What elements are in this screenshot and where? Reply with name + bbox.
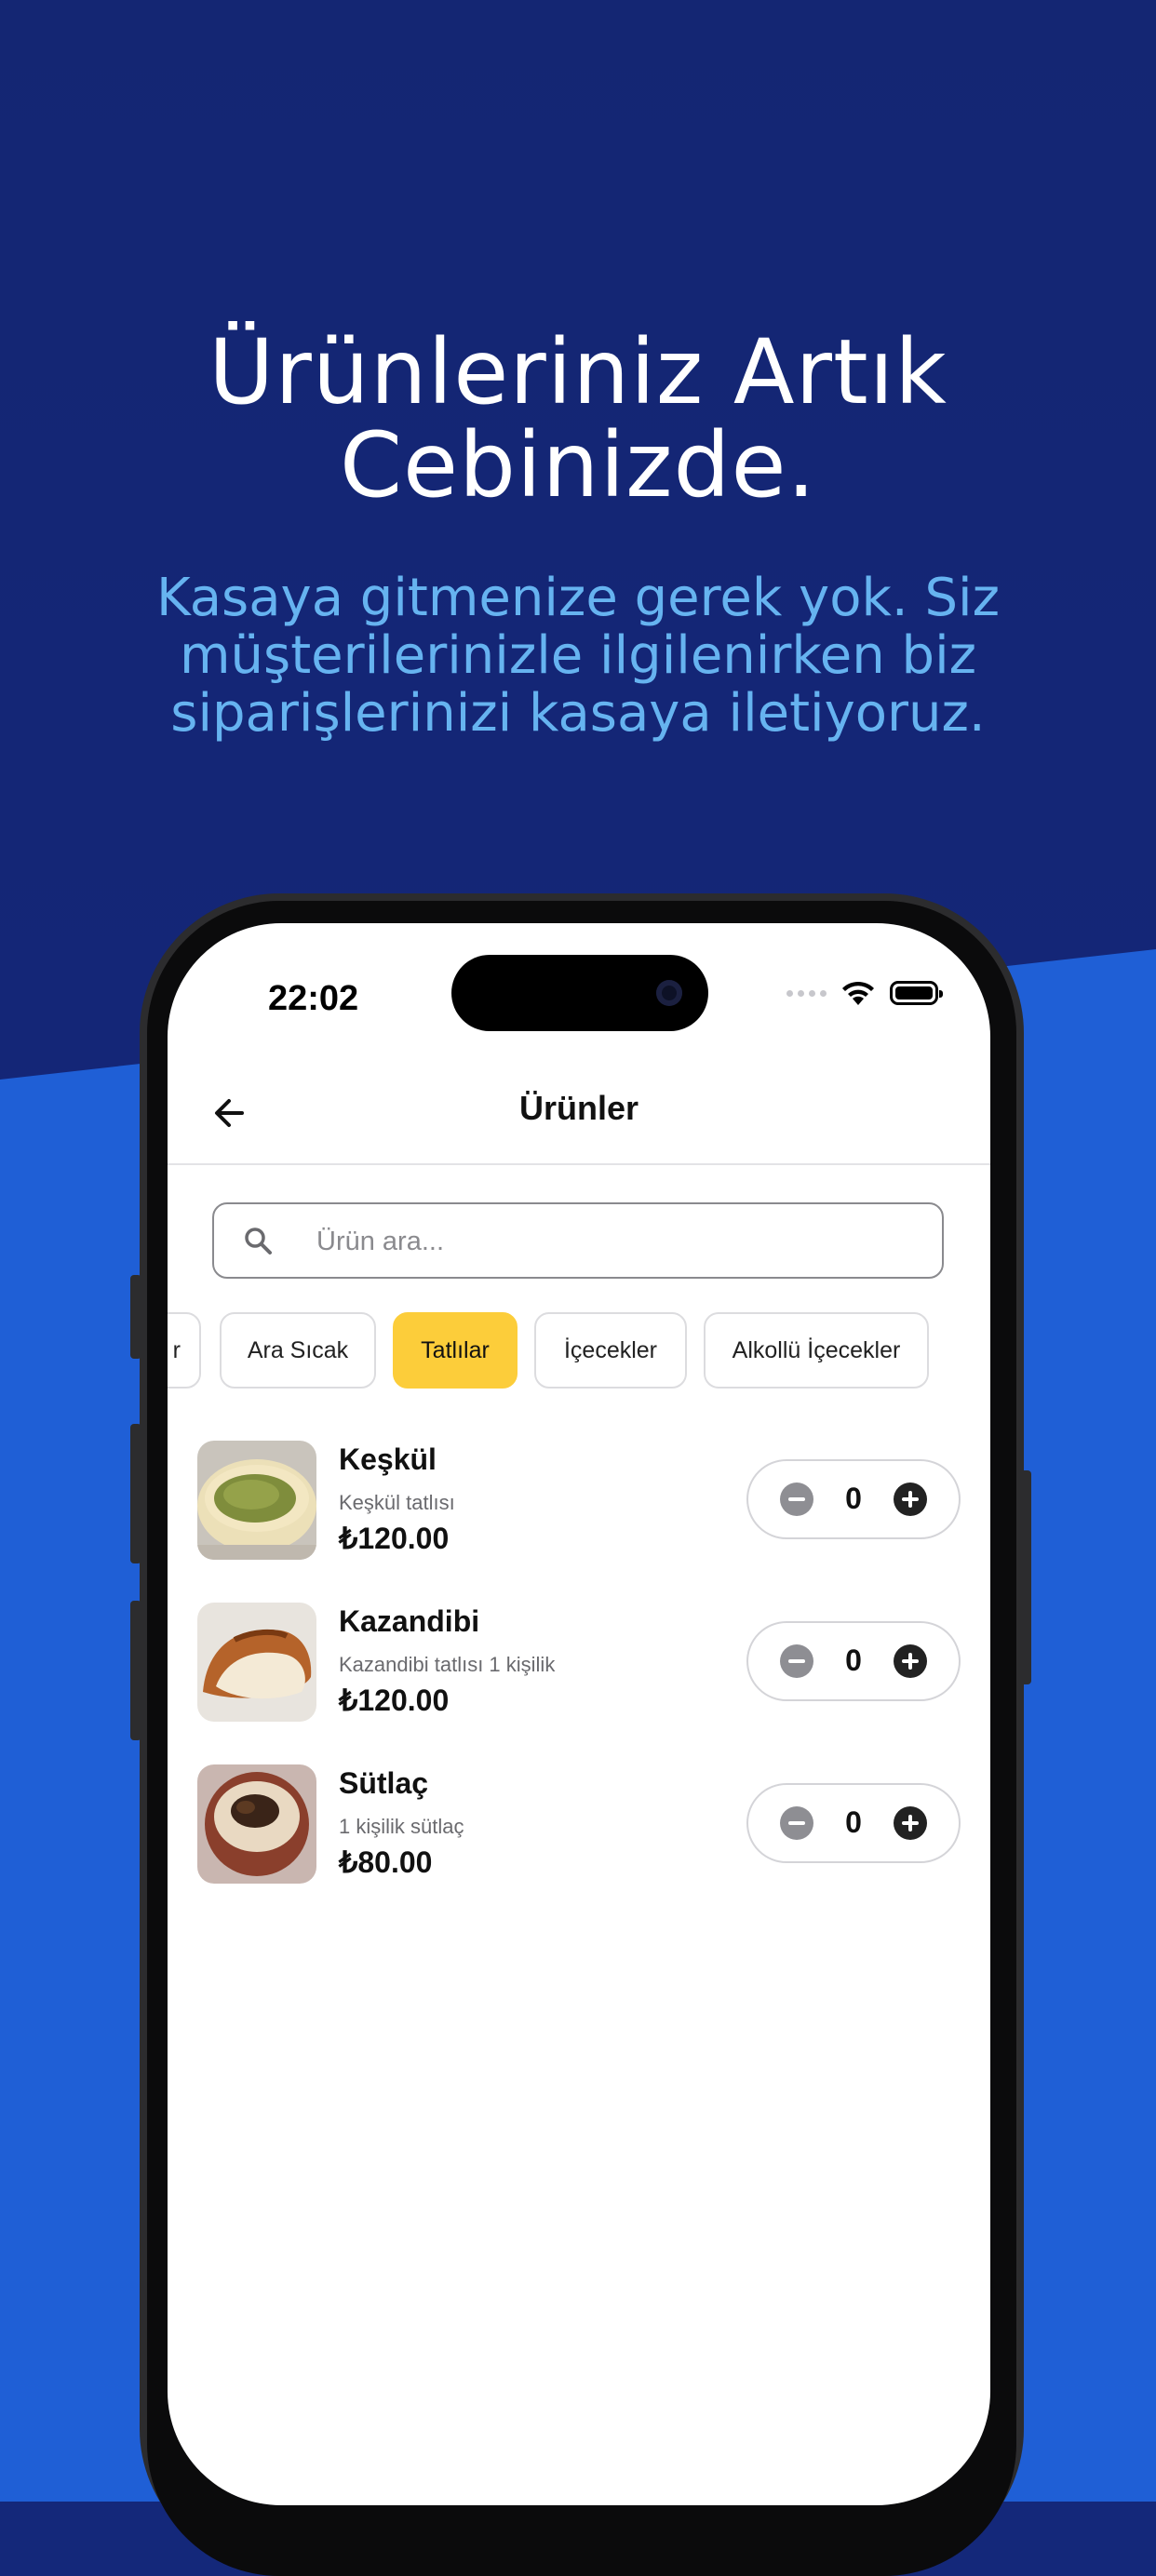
search-input[interactable]: Ürün ara... (212, 1202, 944, 1279)
hero-title-line-2: Cebinizde. (339, 413, 817, 517)
quantity-value: 0 (845, 1644, 862, 1677)
status-indicators (786, 979, 943, 1007)
product-name: Kazandibi (339, 1604, 480, 1638)
wifi-icon (842, 981, 874, 1005)
category-chip-label: Alkollü İçecekler (732, 1336, 901, 1363)
hero-subtitle-line-2: müşterilerinizle ilgilenirken biz (179, 625, 977, 686)
product-price: ₺120.00 (339, 1684, 450, 1717)
product-description: Keşkül tatlısı (339, 1491, 455, 1514)
hero-subtitle-line-3: siparişlerinizi kasaya iletiyoruz. (170, 683, 986, 744)
hero-title: Ürünleriniz Artık Cebinizde. (0, 326, 1156, 512)
product-image (197, 1603, 316, 1722)
product-row[interactable]: Sütlaç 1 kişilik sütlaç ₺80.00 0 (197, 1764, 961, 1885)
navigation-bar: Ürünler (168, 1063, 990, 1165)
phone-screen: 22:02 Ürünler Ürün ara... r Ara Sıcak Ta… (168, 923, 990, 2505)
hero-subtitle-line-1: Kasaya gitmenize gerek yok. Siz (156, 568, 1000, 628)
category-chip-label: İçecekler (563, 1336, 658, 1363)
status-time: 22:02 (268, 979, 359, 1018)
product-name: Sütlaç (339, 1766, 429, 1800)
product-image (197, 1441, 316, 1560)
search-icon (245, 1228, 272, 1254)
plus-icon[interactable] (894, 1644, 927, 1678)
product-name: Keşkül (339, 1442, 437, 1476)
product-row[interactable]: Kazandibi Kazandibi tatlısı 1 kişilik ₺1… (197, 1603, 961, 1724)
category-chip-alkollu-icecekler[interactable]: Alkollü İçecekler (704, 1312, 929, 1389)
quantity-value: 0 (845, 1482, 862, 1515)
category-chip-label: r (172, 1336, 181, 1363)
search-placeholder: Ürün ara... (316, 1227, 444, 1256)
dynamic-island (451, 955, 708, 1031)
product-price: ₺120.00 (339, 1522, 450, 1555)
category-chip-label: Ara Sıcak (247, 1336, 349, 1363)
product-price: ₺80.00 (339, 1845, 433, 1879)
category-chip-ara-sicak[interactable]: Ara Sıcak (220, 1312, 376, 1389)
product-description: Kazandibi tatlısı 1 kişilik (339, 1653, 556, 1676)
plus-icon[interactable] (894, 1483, 927, 1516)
plus-icon[interactable] (894, 1806, 927, 1840)
cellular-signal-icon (786, 989, 827, 997)
page-title: Ürünler (518, 1089, 639, 1127)
hero-subtitle: Kasaya gitmenize gerek yok. Siz müşteril… (102, 570, 1054, 743)
product-description: 1 kişilik sütlaç (339, 1815, 464, 1838)
quantity-stepper: 0 (746, 1459, 961, 1539)
category-chip-icecekler[interactable]: İçecekler (534, 1312, 687, 1389)
battery-icon (890, 981, 943, 1005)
category-chip-label: Tatlılar (421, 1336, 490, 1363)
quantity-value: 0 (845, 1805, 862, 1839)
category-chip-tatlilar[interactable]: Tatlılar (393, 1312, 518, 1389)
quantity-stepper: 0 (746, 1783, 961, 1863)
hero-title-line-1: Ürünleriniz Artık (208, 320, 948, 424)
product-row[interactable]: Keşkül Keşkül tatlısı ₺120.00 0 (197, 1441, 961, 1562)
quantity-stepper: 0 (746, 1621, 961, 1701)
camera-icon (656, 980, 682, 1006)
category-chip-partial[interactable]: r (168, 1312, 201, 1389)
product-image (197, 1764, 316, 1884)
